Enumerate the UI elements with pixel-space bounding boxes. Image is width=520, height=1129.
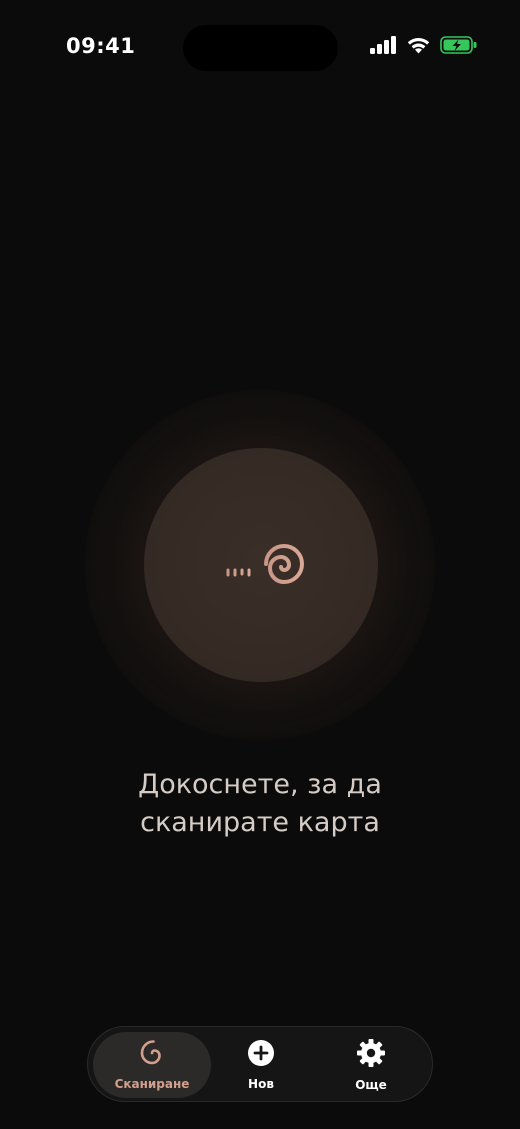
dynamic-island (183, 25, 338, 71)
tab-more[interactable]: Още (316, 1032, 426, 1098)
plus-circle-icon (247, 1039, 275, 1071)
tab-new-label: Нов (248, 1077, 274, 1091)
scan-prompt-line1: Докоснете, за да (138, 769, 382, 800)
status-icons (370, 36, 478, 54)
status-bar: 09:41 (0, 0, 520, 96)
scan-prompt: Докоснете, за да сканирате карта (0, 766, 520, 842)
tab-scan[interactable]: Сканиране (93, 1032, 211, 1098)
spiral-icon (138, 1039, 166, 1071)
tab-more-label: Още (355, 1078, 387, 1092)
tab-bar: Сканиране Нов Още (87, 1026, 433, 1102)
cellular-signal-icon (370, 36, 397, 54)
battery-charging-icon (440, 36, 478, 54)
tab-scan-label: Сканиране (114, 1077, 190, 1091)
wifi-icon (406, 36, 431, 54)
status-time: 09:41 (66, 34, 136, 58)
gear-icon (356, 1038, 386, 1072)
spiral-key-icon (216, 542, 306, 586)
tab-new[interactable]: Нов (206, 1032, 316, 1098)
scan-prompt-line2: сканирате карта (140, 807, 380, 838)
